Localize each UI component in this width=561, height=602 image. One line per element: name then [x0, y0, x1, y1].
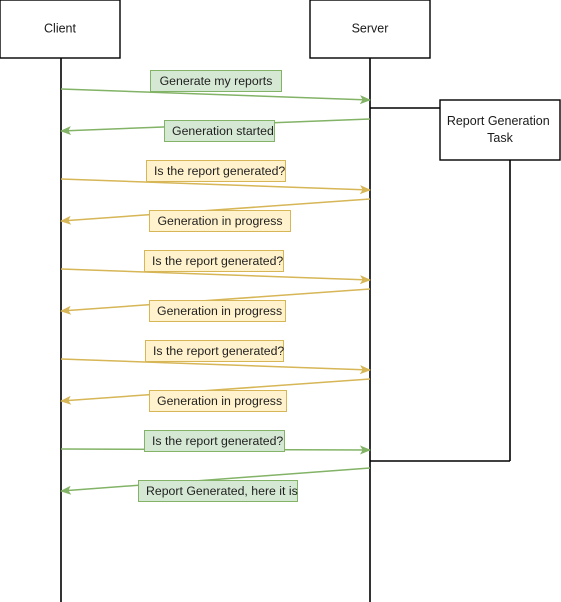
participant-label-task-line2: Task [487, 131, 513, 145]
participant-label-task-line1: Report Generation [447, 114, 550, 128]
message-label-m5: Is the report generated? [144, 250, 284, 272]
participant-box-task[interactable] [439, 99, 561, 161]
message-label-m8: Generation in progress [149, 390, 287, 412]
message-label-m2: Generation started [164, 120, 275, 142]
message-label-m6: Generation in progress [149, 300, 286, 322]
message-label-m4: Generation in progress [149, 210, 291, 232]
message-label-m7: Is the report generated? [145, 340, 284, 362]
message-label-m1: Generate my reports [150, 70, 282, 92]
participant-label-server: Server [352, 21, 389, 35]
message-label-m9: Is the report generated? [144, 430, 285, 452]
sequence-diagram-canvas: Client Server Report Generation Task Gen… [0, 0, 561, 602]
participant-label-client: Client [44, 21, 76, 35]
message-label-m3: Is the report generated? [146, 160, 286, 182]
message-label-m10: Report Generated, here it is [138, 480, 298, 502]
